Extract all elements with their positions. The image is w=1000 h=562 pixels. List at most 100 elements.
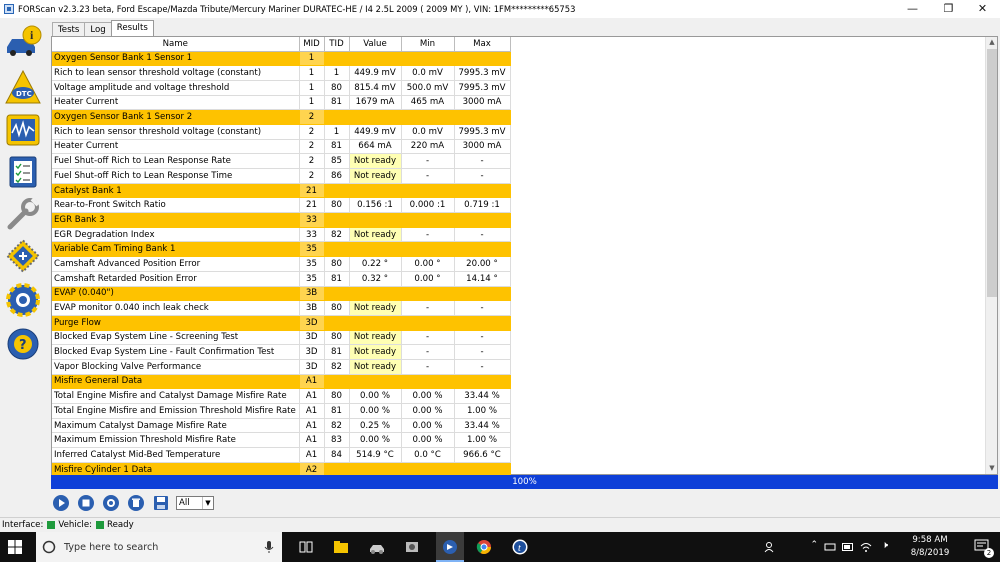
cell-value: 0.22 ° <box>349 256 402 272</box>
table-row[interactable]: Fuel Shut-off Rich to Lean Response Time… <box>52 168 511 184</box>
section-row[interactable]: Misfire General Data A1 <box>52 374 511 390</box>
table-row[interactable]: Camshaft Retarded Position Error 35 81 0.32… <box>52 271 511 287</box>
vehicle-info-button[interactable]: i <box>4 23 42 61</box>
chrome-icon[interactable] <box>476 539 492 555</box>
clear-button[interactable] <box>126 493 146 513</box>
cell-mid: 35 <box>299 256 325 272</box>
cell-value: Not ready <box>349 227 402 243</box>
table-row[interactable]: Camshaft Advanced Position Error 35 80 0.22… <box>52 256 511 272</box>
column-header-name[interactable]: Name <box>52 37 300 52</box>
car-app-icon[interactable] <box>404 539 420 555</box>
stop-button[interactable] <box>76 493 96 513</box>
battery-icon[interactable] <box>842 543 854 551</box>
task-view-icon[interactable] <box>298 539 314 555</box>
tab-log[interactable]: Log <box>84 22 112 37</box>
table-row[interactable]: Heater Current 2 81 664 mA 220 mA 3000 mA <box>52 139 511 155</box>
chevron-up-icon[interactable]: ⌃ <box>810 540 818 550</box>
cell-mid: 2 <box>299 153 325 169</box>
chevron-down-icon[interactable]: ▼ <box>202 497 213 509</box>
cell-min <box>401 51 455 67</box>
table-row[interactable]: Total Engine Misfire and Emission Thresh… <box>52 403 511 419</box>
table-row[interactable]: Inferred Catalyst Mid-Bed Temperature A1 8… <box>52 447 511 463</box>
record-button[interactable] <box>101 493 121 513</box>
settings-button[interactable] <box>4 281 42 319</box>
section-row[interactable]: Catalyst Bank 1 21 <box>52 183 511 199</box>
scrollbar-thumb[interactable] <box>987 49 997 297</box>
column-header-tid[interactable]: TID <box>324 37 350 52</box>
tab-tests[interactable]: Tests <box>52 22 86 37</box>
maximize-button[interactable]: ❐ <box>932 0 965 18</box>
dtc-button[interactable]: DTC <box>4 69 42 107</box>
cell-min: 220 mA <box>401 139 455 155</box>
section-row[interactable]: Purge Flow 3D <box>52 315 511 331</box>
service-button[interactable] <box>4 195 42 233</box>
cell-mid: 35 <box>299 241 325 258</box>
section-row[interactable]: Oxygen Sensor Bank 1 Sensor 11 <box>52 51 511 67</box>
cell-value: 0.32 ° <box>349 271 402 287</box>
people-icon[interactable] <box>764 541 778 553</box>
scroll-down-icon[interactable]: ▼ <box>986 463 998 474</box>
wifi-icon[interactable] <box>860 541 872 553</box>
configuration-button[interactable] <box>4 237 42 275</box>
volume-icon[interactable]: 🕨 <box>882 540 888 551</box>
filter-select[interactable]: All ▼ <box>176 496 214 510</box>
table-row[interactable]: EGR Degradation Index 33 82 Not ready - - <box>52 227 511 243</box>
save-button[interactable] <box>151 493 171 513</box>
close-button[interactable]: ✕ <box>966 0 999 18</box>
status-bar: Interface: Vehicle: Ready <box>0 517 1000 532</box>
network-icon[interactable] <box>824 542 836 552</box>
forscan-taskbar-icon[interactable] <box>369 539 385 555</box>
table-row[interactable]: Maximum Emission Threshold Misfire Rate A… <box>52 432 511 449</box>
microphone-icon[interactable] <box>264 540 274 554</box>
windows-start-icon[interactable] <box>8 540 22 554</box>
oscilloscope-button[interactable] <box>4 111 42 149</box>
cell-mid: 3D <box>299 330 325 346</box>
info-app-icon[interactable]: t <box>512 539 528 555</box>
column-header-max[interactable]: Max <box>454 37 511 52</box>
table-row[interactable]: Total Engine Misfire and Catalyst Damage… <box>52 388 511 404</box>
clock-date[interactable]: 8/8/2019 <box>900 548 960 558</box>
title-bar: FORScan v2.3.23 beta, Ford Escape/Mazda … <box>0 0 1000 18</box>
cell-value: 449.9 mV <box>349 65 402 81</box>
vertical-scrollbar[interactable]: ▲ ▼ <box>985 37 997 474</box>
table-row[interactable]: Maximum Catalyst Damage Misfire Rate A1 82… <box>52 418 511 434</box>
table-row[interactable]: Blocked Evap System Line - Screening Tes… <box>52 330 511 346</box>
cell-name: Voltage amplitude and voltage threshold <box>52 80 300 96</box>
section-row[interactable]: Oxygen Sensor Bank 1 Sensor 22 <box>52 109 511 125</box>
table-row[interactable]: Heater Current 1 81 1679 mA 465 mA 3000 mA <box>52 95 511 111</box>
file-explorer-icon[interactable] <box>333 539 349 555</box>
section-row[interactable]: EVAP (0.040") 3B <box>52 286 511 302</box>
clock-time[interactable]: 9:58 AM <box>900 535 960 545</box>
checklist-button[interactable] <box>4 153 42 191</box>
cell-tid: 80 <box>324 197 350 214</box>
cell-min: 0.00 ° <box>401 271 455 287</box>
table-row[interactable]: EVAP monitor 0.040 inch leak check 3B 80 No… <box>52 300 511 316</box>
table-row[interactable]: Rear-to-Front Switch Ratio 21 80 0.156 :1 0.… <box>52 197 511 214</box>
table-row[interactable]: Vapor Blocking Valve Performance 3D 82 Not … <box>52 359 511 375</box>
section-row[interactable]: EGR Bank 3 33 <box>52 212 511 228</box>
cell-name: Fuel Shut-off Rich to Lean Response Time <box>52 168 300 184</box>
minimize-button[interactable]: — <box>896 0 929 18</box>
column-header-mid[interactable]: MID <box>299 37 325 52</box>
table-row[interactable]: Rich to lean sensor threshold voltage (c… <box>52 65 511 81</box>
cell-min: 500.0 mV <box>401 80 455 96</box>
column-header-value[interactable]: Value <box>349 37 402 52</box>
table-row[interactable]: Voltage amplitude and voltage threshold 1… <box>52 80 511 96</box>
help-button[interactable]: ? <box>4 325 42 363</box>
cell-max: 7995.3 mV <box>454 80 511 96</box>
cell-value <box>349 109 402 125</box>
table-row[interactable]: Rich to lean sensor threshold voltage (c… <box>52 124 511 140</box>
cell-tid: 80 <box>324 80 350 96</box>
bottom-toolbar: All ▼ <box>51 492 214 514</box>
start-button[interactable] <box>51 493 71 513</box>
table-row[interactable]: Blocked Evap System Line - Fault Confirm… <box>52 344 511 360</box>
scroll-up-icon[interactable]: ▲ <box>986 37 998 48</box>
taskbar-search-box[interactable]: Type here to search <box>36 532 282 562</box>
cell-max <box>454 109 511 125</box>
tab-results[interactable]: Results <box>110 20 154 37</box>
forscan-active-icon[interactable] <box>442 539 458 555</box>
column-header-min[interactable]: Min <box>401 37 455 52</box>
section-row[interactable]: Variable Cam Timing Bank 1 35 <box>52 241 511 258</box>
cell-mid: 3D <box>299 359 325 375</box>
table-row[interactable]: Fuel Shut-off Rich to Lean Response Rate… <box>52 153 511 169</box>
